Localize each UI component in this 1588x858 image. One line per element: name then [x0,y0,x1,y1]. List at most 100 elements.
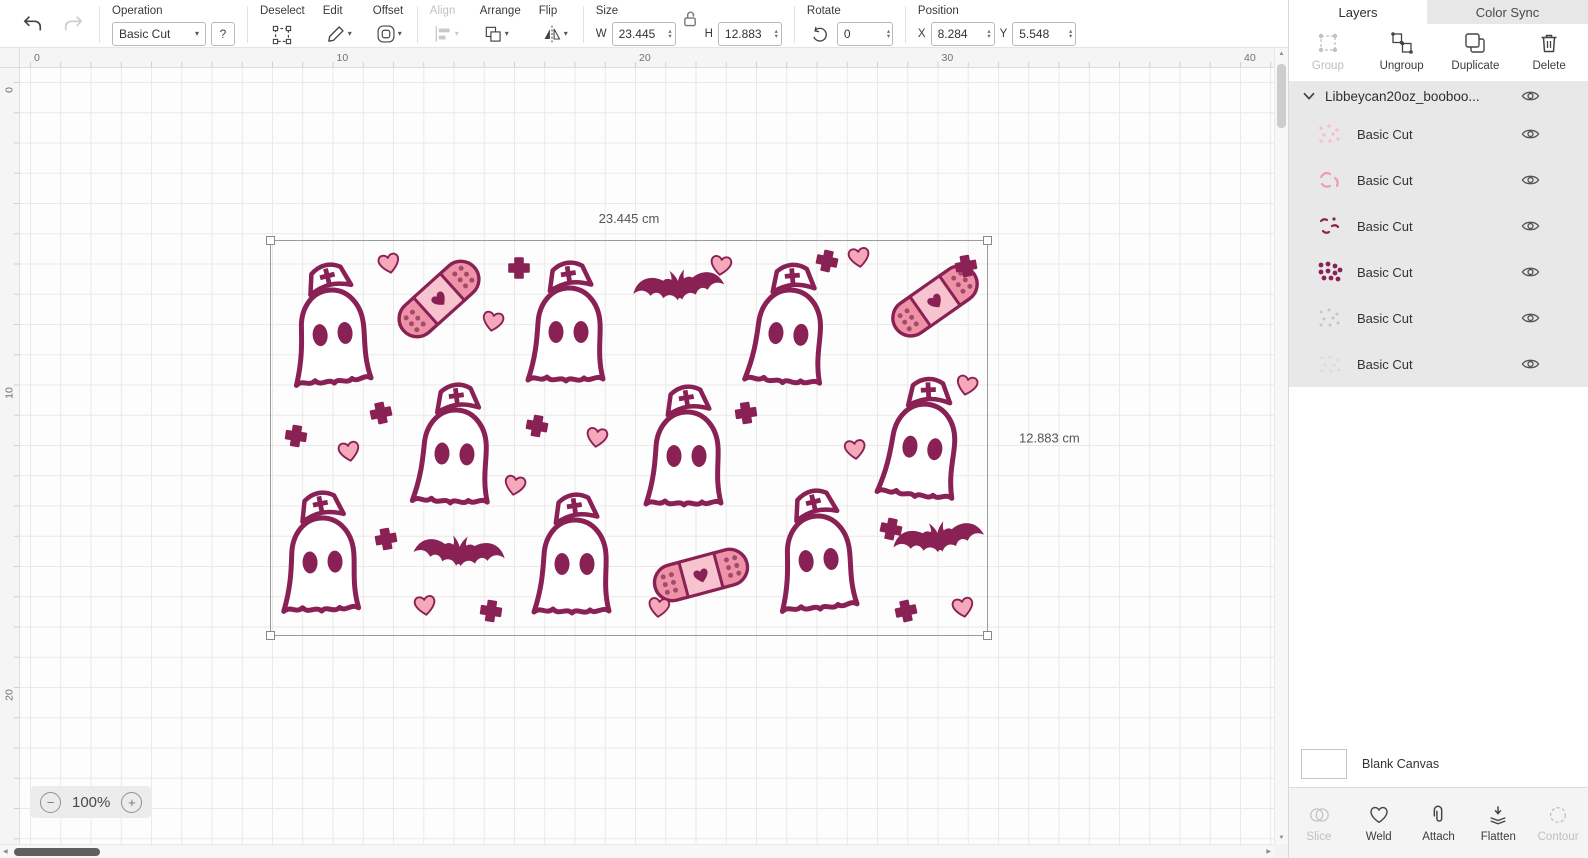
artwork-heart [378,253,401,275]
layer-visibility-eye-icon[interactable] [1519,355,1542,373]
ungroup-button[interactable]: Ungroup [1365,31,1439,72]
layer-visibility-eye-icon[interactable] [1519,217,1542,235]
redo-icon [62,14,84,34]
layer-row[interactable]: Basic Cut [1289,203,1588,249]
weld-button[interactable]: Weld [1349,804,1409,843]
height-stepper[interactable]: ▴▾ [772,29,778,39]
selection-handle-bottom-left[interactable] [266,631,275,640]
attach-label: Attach [1422,831,1455,843]
rotate-input-box: ▴▾ [837,22,893,46]
artwork-ghost [286,259,371,386]
rotate-button[interactable] [807,23,832,46]
position-label: Position [918,5,1076,17]
scroll-right-icon[interactable]: ▶ [1266,848,1271,855]
ungroup-label: Ungroup [1380,60,1424,72]
artwork-ghost [877,372,964,501]
flip-button[interactable]: ▾ [539,22,571,46]
rotate-input[interactable] [844,27,884,41]
scroll-up-icon[interactable]: ▲ [1275,51,1288,57]
offset-button[interactable]: ▾ [373,22,405,46]
layer-thumbnail-marks-maroon [1315,214,1345,238]
zoom-in-button[interactable]: + [121,792,142,813]
duplicate-button[interactable]: Duplicate [1439,31,1513,72]
layer-row[interactable]: Basic Cut [1289,341,1588,387]
layer-label: Basic Cut [1357,127,1413,142]
vertical-scrollbar[interactable]: ▲ ▼ [1274,48,1288,844]
delete-button[interactable]: Delete [1512,31,1586,72]
artwork-heart [482,311,505,332]
layer-group-name: Libbeycan20oz_booboo... [1325,89,1519,104]
design-canvas[interactable]: 23.445 cm 12.883 cm [20,68,1274,844]
zoom-control: − 100% + [30,786,152,818]
layers-selection-block: Libbeycan20oz_booboo... Basic CutBasic C… [1289,81,1588,387]
layer-label: Basic Cut [1357,173,1413,188]
layer-visibility-eye-icon[interactable] [1519,171,1542,189]
help-button[interactable]: ? [211,22,235,46]
width-stepper[interactable]: ▴▾ [665,29,671,39]
aspect-lock-button[interactable] [683,10,698,32]
y-input[interactable] [1019,27,1059,41]
artwork-cross [285,425,307,447]
selection-bounding-box[interactable]: 23.445 cm 12.883 cm [270,240,988,636]
rotate-stepper[interactable]: ▴▾ [884,29,890,39]
zoom-out-button[interactable]: − [40,792,61,813]
ruler-number: 0 [34,52,40,64]
offset-label: Offset [373,5,405,17]
flip-label: Flip [539,5,571,17]
layer-row[interactable]: Basic Cut [1289,111,1588,157]
ruler-vertical: 01020 [0,68,20,844]
x-stepper[interactable]: ▴▾ [984,29,990,39]
chevron-down-icon [1303,92,1315,100]
undo-button[interactable] [19,12,47,36]
x-label: X [918,28,926,40]
tab-layers[interactable]: Layers [1289,0,1427,24]
selection-handle-top-left[interactable] [266,236,275,245]
y-stepper[interactable]: ▴▾ [1066,29,1072,39]
selected-artwork[interactable] [271,241,987,635]
width-input[interactable] [619,27,659,41]
blank-canvas-swatch[interactable] [1301,749,1347,779]
ungroup-icon [1390,31,1414,55]
deselect-button[interactable] [268,22,296,48]
group-icon [1316,31,1340,55]
group-visibility-eye-icon[interactable] [1519,87,1542,105]
edit-button[interactable]: ▾ [323,22,355,46]
ruler-number: 30 [942,52,954,64]
x-input[interactable] [938,27,978,41]
flatten-button[interactable]: Flatten [1468,804,1528,843]
artwork-bat [891,516,986,559]
blank-canvas-row[interactable]: Blank Canvas [1289,740,1588,788]
attach-button[interactable]: Attach [1409,804,1469,843]
artwork-cross [735,402,757,424]
layer-group-header[interactable]: Libbeycan20oz_booboo... [1289,81,1588,111]
artwork-heart [586,427,608,448]
stepper-down-icon: ▾ [775,34,778,39]
tab-color-sync[interactable]: Color Sync [1427,0,1588,24]
operation-select[interactable]: Basic Cut ▾ [112,22,206,46]
layer-visibility-eye-icon[interactable] [1519,309,1542,327]
operation-value: Basic Cut [119,27,170,41]
selection-handle-top-right[interactable] [983,236,992,245]
layer-visibility-eye-icon[interactable] [1519,125,1542,143]
layer-row[interactable]: Basic Cut [1289,295,1588,341]
vertical-scrollbar-thumb[interactable] [1277,64,1286,128]
height-input[interactable] [725,27,765,41]
artwork-heart [955,375,978,397]
selection-handle-bottom-right[interactable] [983,631,992,640]
zoom-level: 100% [72,794,110,811]
layer-row[interactable]: Basic Cut [1289,157,1588,203]
chevron-down-icon: ▾ [348,30,352,38]
horizontal-scrollbar-thumb[interactable] [14,848,100,856]
layer-visibility-eye-icon[interactable] [1519,263,1542,281]
artwork-cross [375,528,397,550]
undo-icon [22,14,44,34]
horizontal-scrollbar[interactable]: ◀ ▶ [0,844,1274,858]
arrange-button[interactable]: ▾ [480,22,512,46]
scroll-left-icon[interactable]: ◀ [3,848,8,855]
layer-row[interactable]: Basic Cut [1289,249,1588,295]
selection-height-label: 12.883 cm [1019,431,1080,446]
chevron-down-icon: ▾ [505,30,509,38]
layer-label: Basic Cut [1357,357,1413,372]
scroll-down-icon[interactable]: ▼ [1275,835,1288,841]
redo-button[interactable] [59,12,87,36]
